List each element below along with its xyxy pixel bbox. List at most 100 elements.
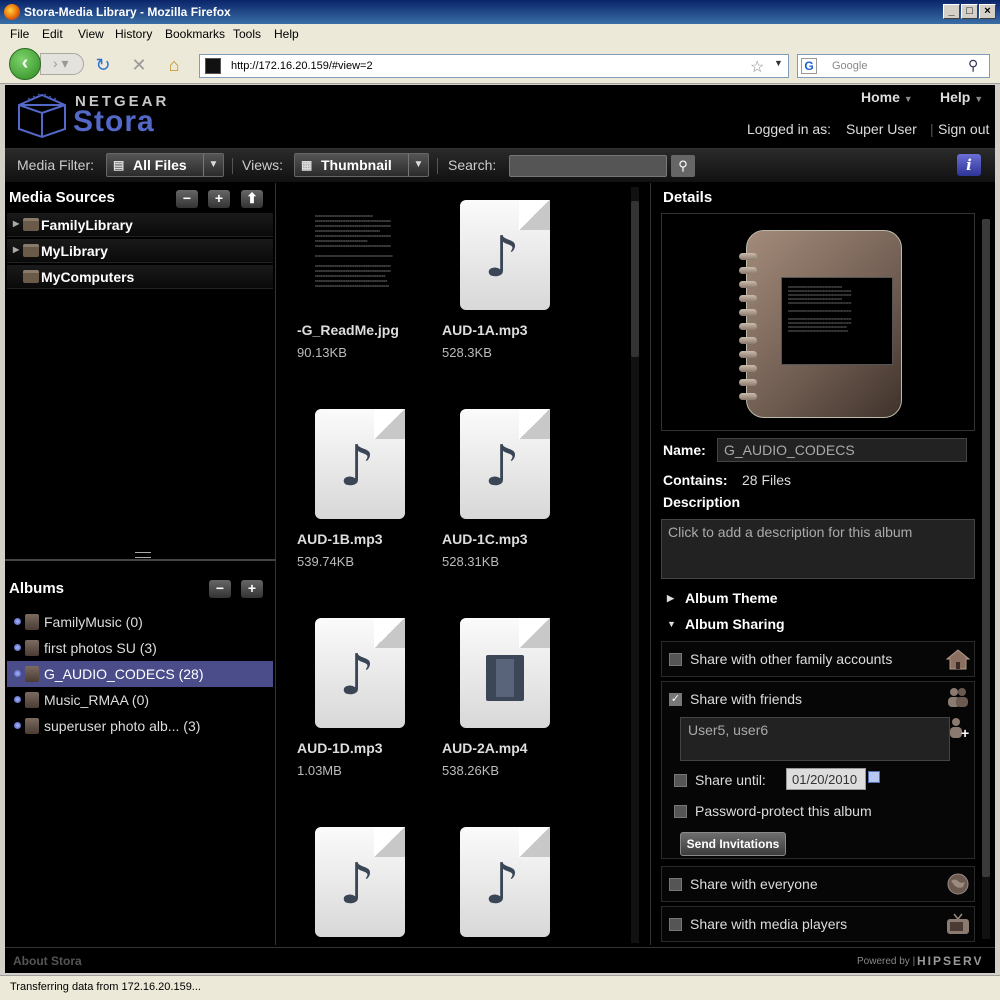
reload-icon[interactable]: ↻ bbox=[93, 55, 113, 75]
expand-arrow-icon[interactable]: ▶ bbox=[13, 219, 19, 228]
source-item-familylibrary[interactable]: ▶ FamilyLibrary bbox=[7, 213, 273, 237]
file-thumbnail[interactable]: ♪ AUD-1D.mp3 1.03MB bbox=[297, 618, 437, 818]
info-icon[interactable]: i bbox=[957, 154, 981, 176]
album-item[interactable]: Music_RMAA (0) bbox=[7, 687, 273, 713]
panel-splitter[interactable] bbox=[5, 559, 276, 561]
help-menu[interactable]: Help ▼ bbox=[940, 89, 983, 105]
media-filter-label: Media Filter: bbox=[17, 157, 95, 173]
friends-input[interactable]: User5, user6 bbox=[680, 717, 950, 761]
file-thumbnail[interactable]: ♪ AUD-1C.mp3 528.31KB bbox=[442, 409, 582, 609]
app-footer: About Stora Powered by | HIPSERV bbox=[5, 947, 995, 973]
stop-icon[interactable]: ✕ bbox=[129, 55, 149, 75]
send-invitations-button[interactable]: Send Invitations bbox=[680, 832, 786, 856]
audio-file-icon: ♪ bbox=[315, 409, 405, 519]
url-bar[interactable]: http://172.16.20.159/#view=2 ☆ ▼ bbox=[199, 54, 789, 78]
folder-icon bbox=[23, 244, 39, 257]
sign-out-link[interactable]: Sign out bbox=[938, 121, 989, 137]
brand-stora: Stora bbox=[73, 105, 155, 138]
share-media-players-label: Share with media players bbox=[690, 916, 848, 932]
globe-icon bbox=[947, 873, 969, 895]
url-dropdown-icon[interactable]: ▼ bbox=[774, 58, 783, 68]
add-album-button[interactable]: + bbox=[241, 580, 263, 598]
search-icon[interactable]: ⚲ bbox=[671, 155, 695, 177]
share-until-date-input[interactable]: 01/20/2010 bbox=[786, 768, 866, 790]
file-name: AUD-1D.mp3 bbox=[297, 740, 383, 756]
google-engine-icon[interactable]: G bbox=[801, 58, 817, 74]
add-source-button[interactable]: + bbox=[208, 190, 230, 208]
grid-scrollbar-thumb[interactable] bbox=[631, 201, 639, 357]
up-source-button[interactable]: ⬆ bbox=[241, 190, 263, 208]
menu-help[interactable]: Help bbox=[274, 27, 299, 41]
friends-icon bbox=[948, 688, 968, 707]
share-media-players-row: Share with media players bbox=[661, 906, 975, 942]
share-family-checkbox[interactable] bbox=[669, 653, 682, 666]
menu-tools[interactable]: Tools bbox=[233, 27, 261, 41]
audio-file-icon: ♪ bbox=[315, 827, 405, 937]
svg-text:+: + bbox=[961, 725, 969, 740]
file-name: AUD-1C.mp3 bbox=[442, 531, 528, 547]
name-label: Name: bbox=[663, 442, 706, 458]
source-item-mylibrary[interactable]: ▶ MyLibrary bbox=[7, 239, 273, 263]
home-menu[interactable]: Home ▼ bbox=[861, 89, 913, 105]
menu-file[interactable]: File bbox=[10, 27, 29, 41]
album-icon bbox=[25, 666, 39, 682]
album-item[interactable]: superuser photo alb... (3) bbox=[7, 713, 273, 739]
left-panel: Media Sources − + ⬆ ▶ FamilyLibrary ▶ My… bbox=[5, 183, 276, 945]
file-thumbnail[interactable]: AUD-2A.mp4 538.26KB bbox=[442, 618, 582, 818]
minimize-button[interactable]: _ bbox=[943, 4, 960, 19]
menu-history[interactable]: History bbox=[115, 27, 152, 41]
audio-file-icon: ♪ bbox=[315, 618, 405, 728]
source-item-mycomputers[interactable]: MyComputers bbox=[7, 265, 273, 289]
calendar-icon[interactable] bbox=[868, 771, 880, 783]
album-item[interactable]: first photos SU (3) bbox=[7, 635, 273, 661]
share-friends-checkbox[interactable]: ✓ bbox=[669, 693, 682, 706]
forward-button[interactable]: › ▾ bbox=[40, 53, 84, 75]
remove-source-button[interactable]: − bbox=[176, 190, 198, 208]
grid-scrollbar[interactable] bbox=[631, 187, 639, 943]
views-dropdown[interactable]: ▦ Thumbnail ▼ bbox=[294, 153, 429, 177]
user-name[interactable]: Super User bbox=[846, 121, 917, 137]
file-thumbnail[interactable]: ♪ bbox=[297, 827, 437, 945]
album-item[interactable]: FamilyMusic (0) bbox=[7, 609, 273, 635]
album-name-input[interactable]: G_AUDIO_CODECS bbox=[717, 438, 967, 462]
remove-album-button[interactable]: − bbox=[209, 580, 231, 598]
details-scrollbar[interactable] bbox=[982, 219, 990, 939]
stora-app: NETGEAR Stora Home ▼ Help ▼ Logged in as… bbox=[5, 85, 995, 973]
add-user-icon[interactable]: + bbox=[946, 716, 972, 740]
file-name: -G_ReadMe.jpg bbox=[297, 322, 399, 338]
home-icon[interactable]: ⌂ bbox=[164, 55, 184, 75]
share-family-label: Share with other family accounts bbox=[690, 651, 893, 667]
file-size: 528.31KB bbox=[442, 554, 500, 569]
description-input[interactable]: Click to add a description for this albu… bbox=[661, 519, 975, 579]
details-scrollbar-thumb[interactable] bbox=[982, 219, 990, 877]
file-thumbnail[interactable]: ================================ ========… bbox=[297, 200, 437, 400]
maximize-button[interactable]: □ bbox=[961, 4, 978, 19]
file-size: 528.3KB bbox=[442, 345, 492, 360]
back-button[interactable]: ‹ bbox=[9, 48, 41, 80]
description-label: Description bbox=[663, 494, 741, 510]
bullet-icon bbox=[14, 722, 21, 729]
window-titlebar: Stora-Media Library - Mozilla Firefox _ … bbox=[0, 0, 1000, 24]
browser-search-bar[interactable]: G Google ⚲ bbox=[797, 54, 990, 78]
menu-bookmarks[interactable]: Bookmarks bbox=[165, 27, 225, 41]
album-item-selected[interactable]: G_AUDIO_CODECS (28) bbox=[7, 661, 273, 687]
menu-edit[interactable]: Edit bbox=[42, 27, 63, 41]
media-search-input[interactable] bbox=[509, 155, 667, 177]
menu-view[interactable]: View bbox=[78, 27, 104, 41]
media-filter-dropdown[interactable]: ▤ All Files ▼ bbox=[106, 153, 224, 177]
share-until-checkbox[interactable] bbox=[674, 774, 687, 787]
album-sharing-label: Album Sharing bbox=[685, 616, 785, 632]
file-thumbnail[interactable]: ♪ AUD-1B.mp3 539.74KB bbox=[297, 409, 437, 609]
splitter-grip-icon[interactable] bbox=[135, 552, 151, 558]
album-cover-preview: ==================================== ====… bbox=[661, 213, 975, 431]
search-icon[interactable]: ⚲ bbox=[968, 57, 978, 74]
password-protect-checkbox[interactable] bbox=[674, 805, 687, 818]
about-stora-link[interactable]: About Stora bbox=[13, 954, 82, 968]
expand-arrow-icon[interactable]: ▶ bbox=[13, 245, 19, 254]
share-media-players-checkbox[interactable] bbox=[669, 918, 682, 931]
file-thumbnail[interactable]: ♪ AUD-1A.mp3 528.3KB bbox=[442, 200, 582, 400]
share-everyone-checkbox[interactable] bbox=[669, 878, 682, 891]
close-button[interactable]: × bbox=[979, 4, 996, 19]
file-thumbnail[interactable]: ♪ bbox=[442, 827, 582, 945]
bookmark-star-icon[interactable]: ☆ bbox=[750, 57, 764, 77]
